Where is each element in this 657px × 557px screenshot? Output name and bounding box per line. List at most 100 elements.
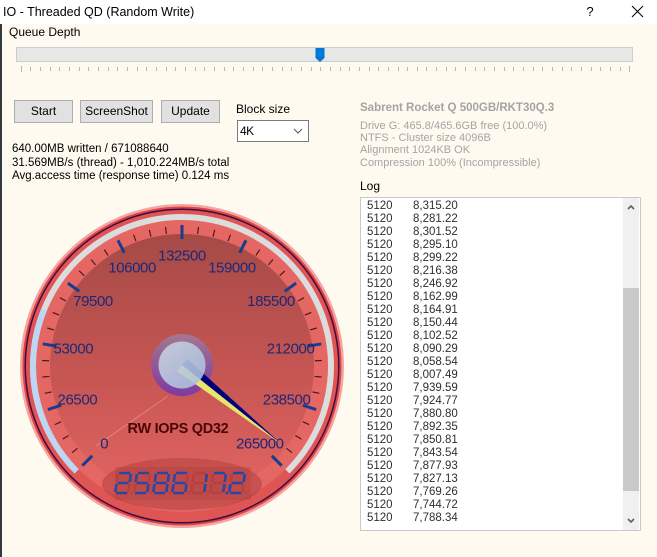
digit-segment (127, 484, 131, 492)
log-block-size: 5120 (367, 343, 393, 355)
digit-segment (134, 474, 139, 482)
log-value: 8,315.20 (413, 200, 458, 212)
log-row: 5120 8,299.22 (361, 252, 621, 265)
digit-segment (242, 474, 247, 482)
log-block-size: 5120 (367, 382, 393, 394)
slider-tick (513, 67, 515, 71)
log-row: 5120 7,892.35 (361, 421, 621, 434)
scale-label: 132500 (158, 248, 206, 265)
log-block-size: 5120 (367, 486, 393, 498)
digit-segment (165, 484, 169, 492)
digit-segment (241, 484, 245, 492)
slider-tick (581, 67, 582, 71)
minor-tick (314, 375, 322, 378)
log-value: 7,880.80 (413, 408, 458, 420)
digit-segment (209, 484, 213, 492)
log-block-size: 5120 (367, 252, 393, 264)
log-block-size: 5120 (367, 356, 393, 368)
log-block-size: 5120 (367, 512, 393, 524)
log-value: 8,162.99 (413, 291, 458, 303)
slider-tick (523, 67, 524, 71)
digit-segment (204, 474, 209, 482)
log-block-size: 5120 (367, 434, 393, 446)
log-value: 8,007.49 (413, 369, 458, 381)
log-block-size: 5120 (367, 239, 393, 251)
slider-tick (561, 67, 563, 71)
digit-segment (147, 474, 152, 482)
log-scrollbar[interactable] (623, 198, 639, 530)
log-value: 7,827.13 (413, 473, 458, 485)
log-value: 8,281.22 (413, 213, 458, 225)
help-button[interactable]: ? (580, 0, 600, 24)
scale-label: 159000 (208, 260, 256, 277)
log-row: 5120 7,880.80 (361, 408, 621, 421)
compression-text: Compression 100% (Incompressible) (360, 156, 541, 169)
log-list[interactable]: 5120 8,315.20 5120 8,281.22 5120 8,301.52 5120… (360, 197, 641, 531)
slider-tick (484, 67, 486, 71)
log-value: 7,744.72 (413, 499, 458, 511)
slider-tick (590, 67, 592, 71)
slider-tick (619, 67, 621, 71)
minor-tick (197, 226, 200, 234)
digit-segment (152, 484, 156, 492)
digit-decimal-point (168, 491, 172, 495)
digit-decimal-point (130, 491, 134, 495)
digit-segment (128, 474, 133, 482)
log-block-size: 5120 (367, 304, 393, 316)
log-row: 5120 8,090.29 (361, 343, 621, 356)
minor-tick (42, 375, 50, 378)
close-button[interactable] (626, 0, 648, 24)
slider-tick (542, 67, 544, 71)
log-row: 5120 8,295.10 (361, 239, 621, 252)
log-block-size: 5120 (367, 473, 393, 485)
log-block-size: 5120 (367, 460, 393, 472)
log-row: 5120 8,102.52 (361, 330, 621, 343)
log-value: 7,892.35 (413, 421, 458, 433)
needle-hub-cap (158, 341, 206, 389)
log-row: 5120 8,058.54 (361, 356, 621, 369)
log-value: 7,769.26 (413, 486, 458, 498)
log-block-size: 5120 (367, 213, 393, 225)
slider-tick (610, 67, 611, 71)
log-block-size: 5120 (367, 291, 393, 303)
slider-tick (378, 67, 380, 71)
slider-tick (455, 67, 457, 71)
digit-segment (172, 474, 177, 482)
log-block-size: 5120 (367, 226, 393, 238)
digit-segment (114, 484, 118, 492)
scroll-down-arrow-icon[interactable] (623, 513, 639, 530)
log-row: 5120 8,315.20 (361, 200, 621, 213)
log-row: 5120 8,150.44 (361, 317, 621, 330)
log-block-size: 5120 (367, 499, 393, 511)
digit-decimal-point (206, 491, 210, 495)
digit-segment (184, 484, 188, 492)
slider-tick (445, 67, 447, 71)
slider-tick (426, 67, 428, 71)
slider-tick (571, 67, 573, 71)
alignment-text: Alignment 1024KB OK (360, 144, 471, 157)
scale-label: 106000 (108, 260, 156, 277)
log-scrollbar-thumb[interactable] (623, 288, 639, 491)
log-row: 5120 8,246.92 (361, 278, 621, 291)
slider-tick (465, 67, 467, 71)
minor-tick (164, 226, 167, 234)
digit-segment (228, 484, 232, 492)
scale-label: 53000 (54, 340, 94, 357)
log-block-size: 5120 (367, 395, 393, 407)
slider-tick (600, 67, 602, 71)
log-value: 8,246.92 (413, 278, 458, 290)
log-row: 5120 7,877.93 (361, 460, 621, 473)
slider-tick (368, 67, 370, 71)
digit-segment (210, 474, 215, 482)
digit-segment (166, 474, 171, 482)
log-block-size: 5120 (367, 200, 393, 212)
slider-tick (494, 67, 496, 71)
digit-segment (191, 474, 196, 482)
digit-segment (115, 474, 120, 482)
slider-tick (397, 67, 399, 71)
log-value: 8,164.91 (413, 304, 458, 316)
iops-gauge: 0 26500 53000 79500 106000132500159000 185500… (20, 204, 344, 528)
scroll-up-arrow-icon[interactable] (623, 198, 639, 215)
digit-segment (203, 484, 207, 492)
scale-label: 185500 (247, 293, 295, 310)
